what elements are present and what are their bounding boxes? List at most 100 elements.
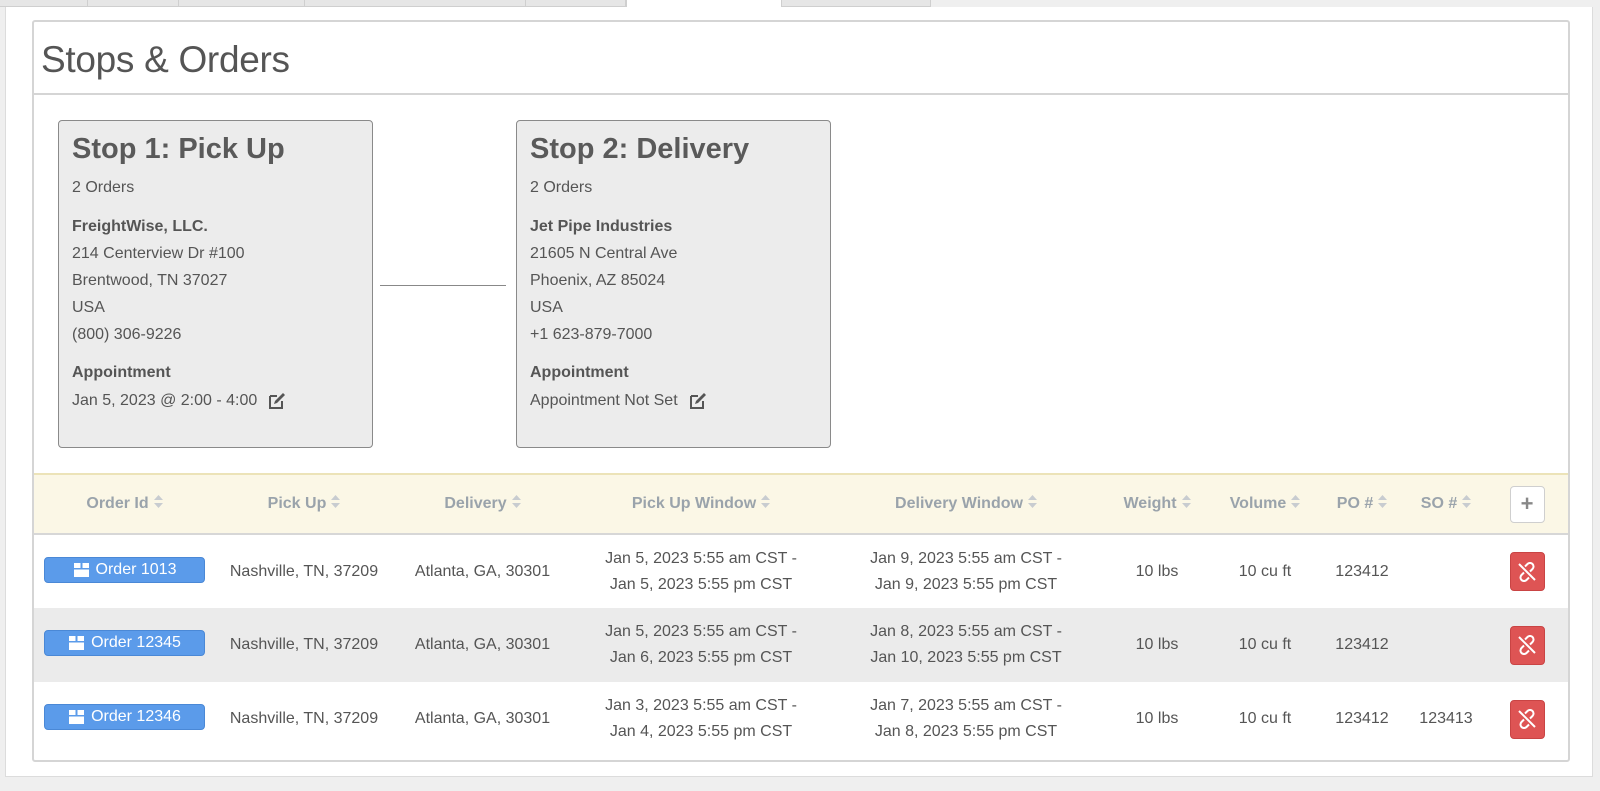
appointment-row: Jan 5, 2023 @ 2:00 - 4:00 bbox=[72, 386, 359, 416]
unlink-icon bbox=[1518, 561, 1536, 582]
order-button[interactable]: Order 12346 bbox=[44, 704, 205, 730]
so-cell bbox=[1406, 608, 1486, 682]
sort-icon[interactable] bbox=[761, 494, 771, 513]
stop-card-delivery: Stop 2: Delivery 2 Orders Jet Pipe Indus… bbox=[516, 120, 831, 448]
column-header-delivery[interactable]: Delivery bbox=[393, 473, 572, 535]
add-order-button[interactable]: + bbox=[1509, 485, 1545, 523]
stop-orders-count: 2 Orders bbox=[530, 179, 593, 196]
po-cell: 123412 bbox=[1335, 562, 1389, 580]
remove-order-button[interactable] bbox=[1509, 552, 1545, 591]
unlink-icon bbox=[1518, 635, 1536, 655]
sort-icon[interactable] bbox=[1291, 494, 1301, 513]
tab[interactable] bbox=[179, 0, 305, 7]
delivery-window-cell: Jan 9, 2023 5:55 am CST - Jan 9, 2023 5:… bbox=[830, 534, 1102, 608]
pick-up-cell: Nashville, TN, 37209 bbox=[229, 636, 379, 653]
order-button[interactable]: Order 12345 bbox=[44, 630, 205, 656]
po-cell: 123412 bbox=[1335, 710, 1389, 727]
edit-icon[interactable] bbox=[267, 391, 287, 411]
window-start: Jan 5, 2023 5:55 am CST - bbox=[605, 623, 797, 640]
window-end: Jan 6, 2023 5:55 pm CST bbox=[609, 649, 793, 666]
actions-cell bbox=[1486, 608, 1568, 682]
stop-company: Jet Pipe Industries bbox=[530, 218, 673, 235]
delivery-window-cell: Jan 7, 2023 5:55 am CST - Jan 8, 2023 5:… bbox=[830, 682, 1102, 756]
window-end: Jan 9, 2023 5:55 pm CST bbox=[874, 575, 1058, 593]
actions-cell bbox=[1486, 534, 1568, 608]
window-start: Jan 9, 2023 5:55 am CST - bbox=[870, 549, 1062, 567]
order-button-label: Order 1013 bbox=[95, 560, 177, 578]
sort-icon[interactable] bbox=[153, 494, 163, 513]
table-row: Order 12345 Nashville, TN, 37209 Atlanta… bbox=[34, 608, 1568, 682]
tab[interactable] bbox=[526, 0, 626, 7]
appointment-label: Appointment bbox=[530, 364, 629, 381]
window-start: Jan 3, 2023 5:55 am CST - bbox=[605, 697, 797, 714]
orders-table: Order Id Pick Up Delivery Pick Up Window… bbox=[34, 473, 1568, 756]
stop-company: FreightWise, LLC. bbox=[72, 218, 208, 235]
appointment-value: Appointment Not Set bbox=[530, 392, 678, 409]
box-icon bbox=[69, 636, 85, 650]
column-header-volume[interactable]: Volume bbox=[1212, 473, 1318, 535]
sort-icon[interactable] bbox=[1181, 494, 1191, 513]
stop-card-pickup: Stop 1: Pick Up 2 Orders FreightWise, LL… bbox=[58, 120, 373, 448]
delivery-cell: Atlanta, GA, 30301 bbox=[414, 710, 551, 727]
sort-icon[interactable] bbox=[1462, 494, 1472, 513]
stop-address-line1: 214 Centerview Dr #100 bbox=[72, 245, 245, 262]
column-header-delivery-window[interactable]: Delivery Window bbox=[830, 473, 1102, 535]
pick-up-cell: Nashville, TN, 37209 bbox=[229, 710, 379, 727]
actions-cell bbox=[1486, 682, 1568, 756]
sort-icon[interactable] bbox=[511, 494, 521, 513]
table-row: Order 1013 Nashville, TN, 37209 Atlanta,… bbox=[34, 534, 1568, 608]
appointment-row: Appointment Not Set bbox=[530, 386, 817, 416]
table-header-row: Order Id Pick Up Delivery Pick Up Window… bbox=[34, 473, 1568, 535]
weight-cell: 10 lbs bbox=[1135, 562, 1179, 580]
box-icon bbox=[73, 562, 89, 577]
stop-orders-count: 2 Orders bbox=[72, 179, 135, 196]
page-content: Stops & Orders Stop 1: Pick Up 2 Orders … bbox=[5, 7, 1593, 777]
remove-order-button[interactable] bbox=[1509, 625, 1545, 665]
column-header-pick-up-window[interactable]: Pick Up Window bbox=[572, 473, 830, 535]
po-cell: 123412 bbox=[1335, 636, 1389, 653]
delivery-cell: Atlanta, GA, 30301 bbox=[414, 636, 551, 653]
column-header-pick-up[interactable]: Pick Up bbox=[215, 473, 393, 535]
order-button-label: Order 12345 bbox=[91, 634, 181, 651]
remove-order-button[interactable] bbox=[1509, 699, 1545, 739]
column-header-po[interactable]: PO # bbox=[1318, 473, 1406, 535]
tab[interactable] bbox=[782, 0, 931, 7]
so-cell: 123413 bbox=[1419, 710, 1473, 727]
tab[interactable] bbox=[0, 0, 88, 7]
order-id-cell: Order 1013 bbox=[34, 534, 215, 608]
weight-cell: 10 lbs bbox=[1135, 710, 1179, 727]
box-icon bbox=[69, 710, 85, 724]
tab[interactable] bbox=[305, 0, 526, 7]
window-end: Jan 4, 2023 5:55 pm CST bbox=[609, 723, 793, 740]
sort-icon[interactable] bbox=[1378, 494, 1388, 513]
delivery-window-cell: Jan 8, 2023 5:55 am CST - Jan 10, 2023 5… bbox=[830, 608, 1102, 682]
order-id-cell: Order 12346 bbox=[34, 682, 215, 756]
column-header-so[interactable]: SO # bbox=[1406, 473, 1486, 535]
pick-up-cell: Nashville, TN, 37209 bbox=[229, 562, 379, 580]
window-end: Jan 5, 2023 5:55 pm CST bbox=[609, 575, 793, 593]
stop-address-line2: Brentwood, TN 37027 bbox=[72, 272, 228, 289]
sort-icon[interactable] bbox=[1027, 494, 1037, 513]
volume-cell: 10 cu ft bbox=[1238, 562, 1292, 580]
table-row: Order 12346 Nashville, TN, 37209 Atlanta… bbox=[34, 682, 1568, 756]
order-button-label: Order 12346 bbox=[91, 708, 181, 725]
panel-header: Stops & Orders bbox=[34, 22, 1568, 95]
stop-address-line1: 21605 N Central Ave bbox=[530, 245, 678, 262]
window-start: Jan 7, 2023 5:55 am CST - bbox=[870, 697, 1062, 714]
stops-orders-panel: Stops & Orders Stop 1: Pick Up 2 Orders … bbox=[32, 20, 1570, 762]
edit-icon[interactable] bbox=[688, 391, 708, 411]
pick-up-window-cell: Jan 3, 2023 5:55 am CST - Jan 4, 2023 5:… bbox=[572, 682, 830, 756]
window-start: Jan 5, 2023 5:55 am CST - bbox=[605, 549, 797, 567]
weight-cell: 10 lbs bbox=[1135, 636, 1179, 653]
volume-cell: 10 cu ft bbox=[1238, 710, 1292, 727]
stop-phone: (800) 306-9226 bbox=[72, 326, 182, 343]
sort-icon[interactable] bbox=[331, 494, 341, 513]
order-button[interactable]: Order 1013 bbox=[44, 556, 205, 583]
column-header-order-id[interactable]: Order Id bbox=[34, 473, 215, 535]
pick-up-window-cell: Jan 5, 2023 5:55 am CST - Jan 5, 2023 5:… bbox=[572, 534, 830, 608]
stop-country: USA bbox=[530, 299, 563, 316]
column-header-actions: + bbox=[1486, 473, 1568, 535]
tab[interactable] bbox=[88, 0, 179, 7]
pick-up-window-cell: Jan 5, 2023 5:55 am CST - Jan 6, 2023 5:… bbox=[572, 608, 830, 682]
column-header-weight[interactable]: Weight bbox=[1102, 473, 1212, 535]
